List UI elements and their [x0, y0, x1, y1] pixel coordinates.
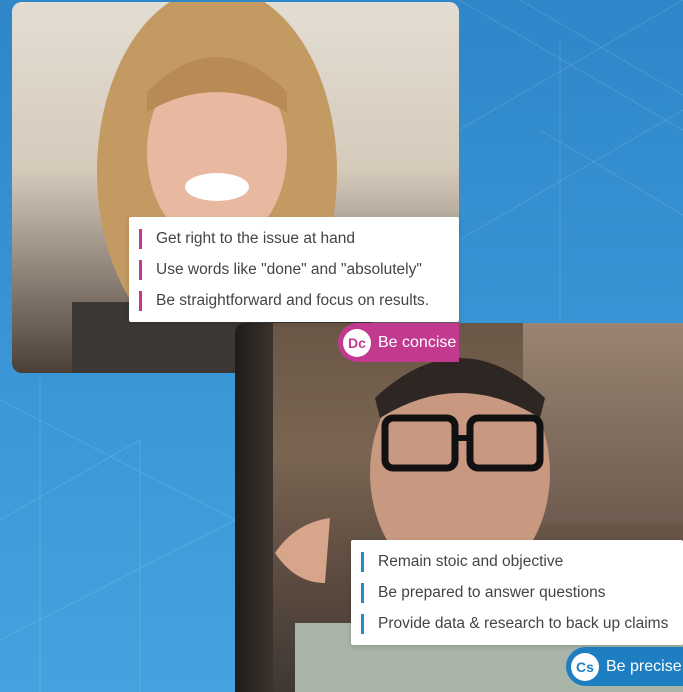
- disc-profile-icon: Cs: [571, 652, 599, 681]
- tips-card-concise: Get right to the issue at hand Use words…: [129, 217, 459, 322]
- tip-item: Provide data & research to back up claim…: [361, 608, 683, 639]
- tip-item: Be prepared to answer questions: [361, 577, 683, 608]
- tip-text: Be straightforward and focus on results.: [156, 291, 430, 309]
- tips-card-precise: Remain stoic and objective Be prepared t…: [351, 540, 683, 645]
- tip-accent-bar: [139, 228, 142, 249]
- tip-text: Get right to the issue at hand: [156, 229, 356, 247]
- tip-item: Use words like "done" and "absolutely": [139, 254, 459, 285]
- tip-text: Remain stoic and objective: [378, 552, 564, 570]
- tip-text: Be prepared to answer questions: [378, 583, 606, 601]
- tip-text: Provide data & research to back up claim…: [378, 614, 669, 632]
- tip-item: Be straightforward and focus on results.: [139, 285, 459, 316]
- tip-accent-bar: [139, 290, 142, 311]
- style-badge-precise[interactable]: Cs Be precise: [566, 647, 683, 686]
- tip-accent-bar: [139, 259, 142, 280]
- tip-accent-bar: [361, 582, 364, 603]
- tip-item: Remain stoic and objective: [361, 546, 683, 577]
- tip-item: Get right to the issue at hand: [139, 223, 459, 254]
- disc-profile-icon: Dc: [343, 328, 371, 357]
- tip-text: Use words like "done" and "absolutely": [156, 260, 422, 278]
- tip-accent-bar: [361, 613, 364, 634]
- style-badge-concise[interactable]: Dc Be concise: [338, 323, 459, 362]
- tip-accent-bar: [361, 551, 364, 572]
- badge-label: Be concise: [378, 333, 457, 351]
- badge-label: Be precise: [606, 657, 682, 675]
